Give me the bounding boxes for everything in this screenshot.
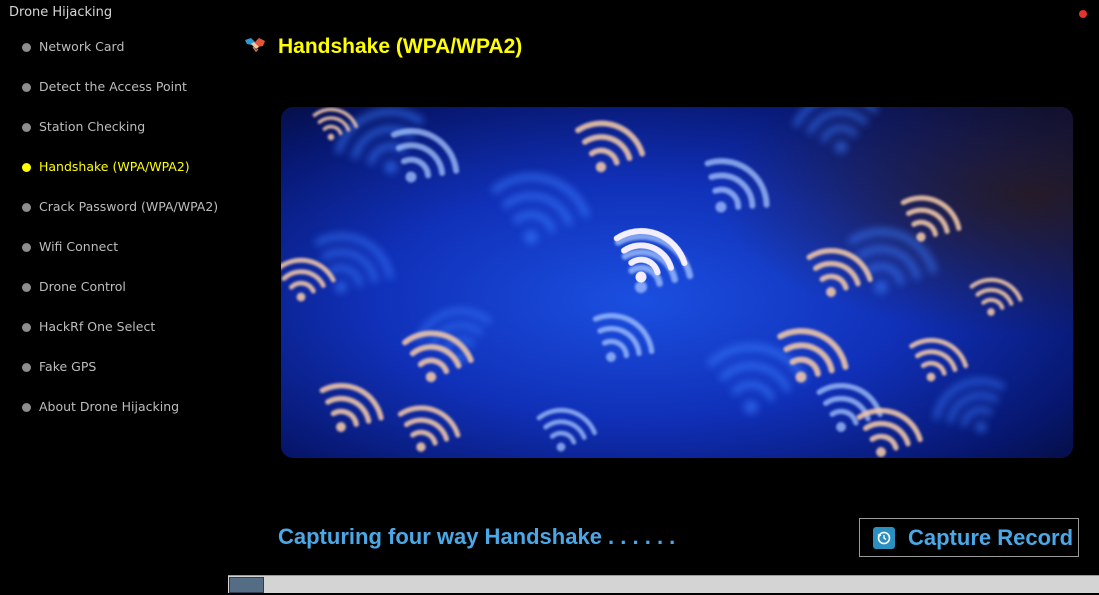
bullet-icon	[22, 43, 31, 52]
sidebar-item-crack-password[interactable]: Crack Password (WPA/WPA2)	[0, 193, 228, 221]
main-panel: Handshake (WPA/WPA2) Capturing four way …	[228, 26, 1099, 595]
bullet-icon	[22, 163, 31, 172]
capture-record-label: Capture Record	[908, 525, 1074, 550]
sidebar-item-label: Network Card	[39, 39, 125, 54]
window-title: Drone Hijacking	[9, 5, 113, 20]
bullet-icon	[22, 363, 31, 372]
bullet-icon	[22, 83, 31, 92]
bullet-icon	[22, 323, 31, 332]
status-text: Capturing four way Handshake . . . . . .	[278, 524, 676, 549]
sidebar-item-detect-access-point[interactable]: Detect the Access Point	[0, 73, 228, 101]
bullet-icon	[22, 403, 31, 412]
sidebar-item-about[interactable]: About Drone Hijacking	[0, 393, 228, 421]
sidebar-item-label: Crack Password (WPA/WPA2)	[39, 199, 219, 214]
bullet-icon	[22, 123, 31, 132]
sidebar-item-label: Handshake (WPA/WPA2)	[39, 159, 190, 174]
wifi-signals-image	[281, 107, 1073, 458]
sidebar-item-label: Drone Control	[39, 279, 126, 294]
progress-bar	[228, 575, 1099, 593]
sidebar-item-fake-gps[interactable]: Fake GPS	[0, 353, 228, 381]
app-window: Drone Hijacking Network Card Detect the …	[0, 0, 1099, 595]
sidebar-item-handshake[interactable]: Handshake (WPA/WPA2)	[0, 153, 228, 181]
handshake-icon	[244, 34, 266, 56]
progress-fill	[229, 577, 264, 593]
capture-record-button[interactable]: Capture Record	[859, 518, 1079, 557]
sidebar-item-label: Fake GPS	[39, 359, 97, 374]
sidebar-item-label: About Drone Hijacking	[39, 399, 180, 414]
sidebar: Network Card Detect the Access Point Sta…	[0, 26, 228, 595]
title-bar: Drone Hijacking	[0, 0, 1099, 26]
bullet-icon	[22, 283, 31, 292]
sidebar-item-hackrf-one-select[interactable]: HackRf One Select	[0, 313, 228, 341]
record-icon	[873, 527, 895, 549]
sidebar-item-drone-control[interactable]: Drone Control	[0, 273, 228, 301]
sidebar-item-label: Detect the Access Point	[39, 79, 187, 94]
sidebar-item-wifi-connect[interactable]: Wifi Connect	[0, 233, 228, 261]
close-window-icon[interactable]	[1079, 10, 1087, 18]
page-title: Handshake (WPA/WPA2)	[278, 35, 523, 58]
bullet-icon	[22, 203, 31, 212]
sidebar-item-label: Station Checking	[39, 119, 146, 134]
sidebar-item-station-checking[interactable]: Station Checking	[0, 113, 228, 141]
sidebar-item-label: Wifi Connect	[39, 239, 119, 254]
bullet-icon	[22, 243, 31, 252]
sidebar-item-network-card[interactable]: Network Card	[0, 33, 228, 61]
sidebar-item-label: HackRf One Select	[39, 319, 156, 334]
